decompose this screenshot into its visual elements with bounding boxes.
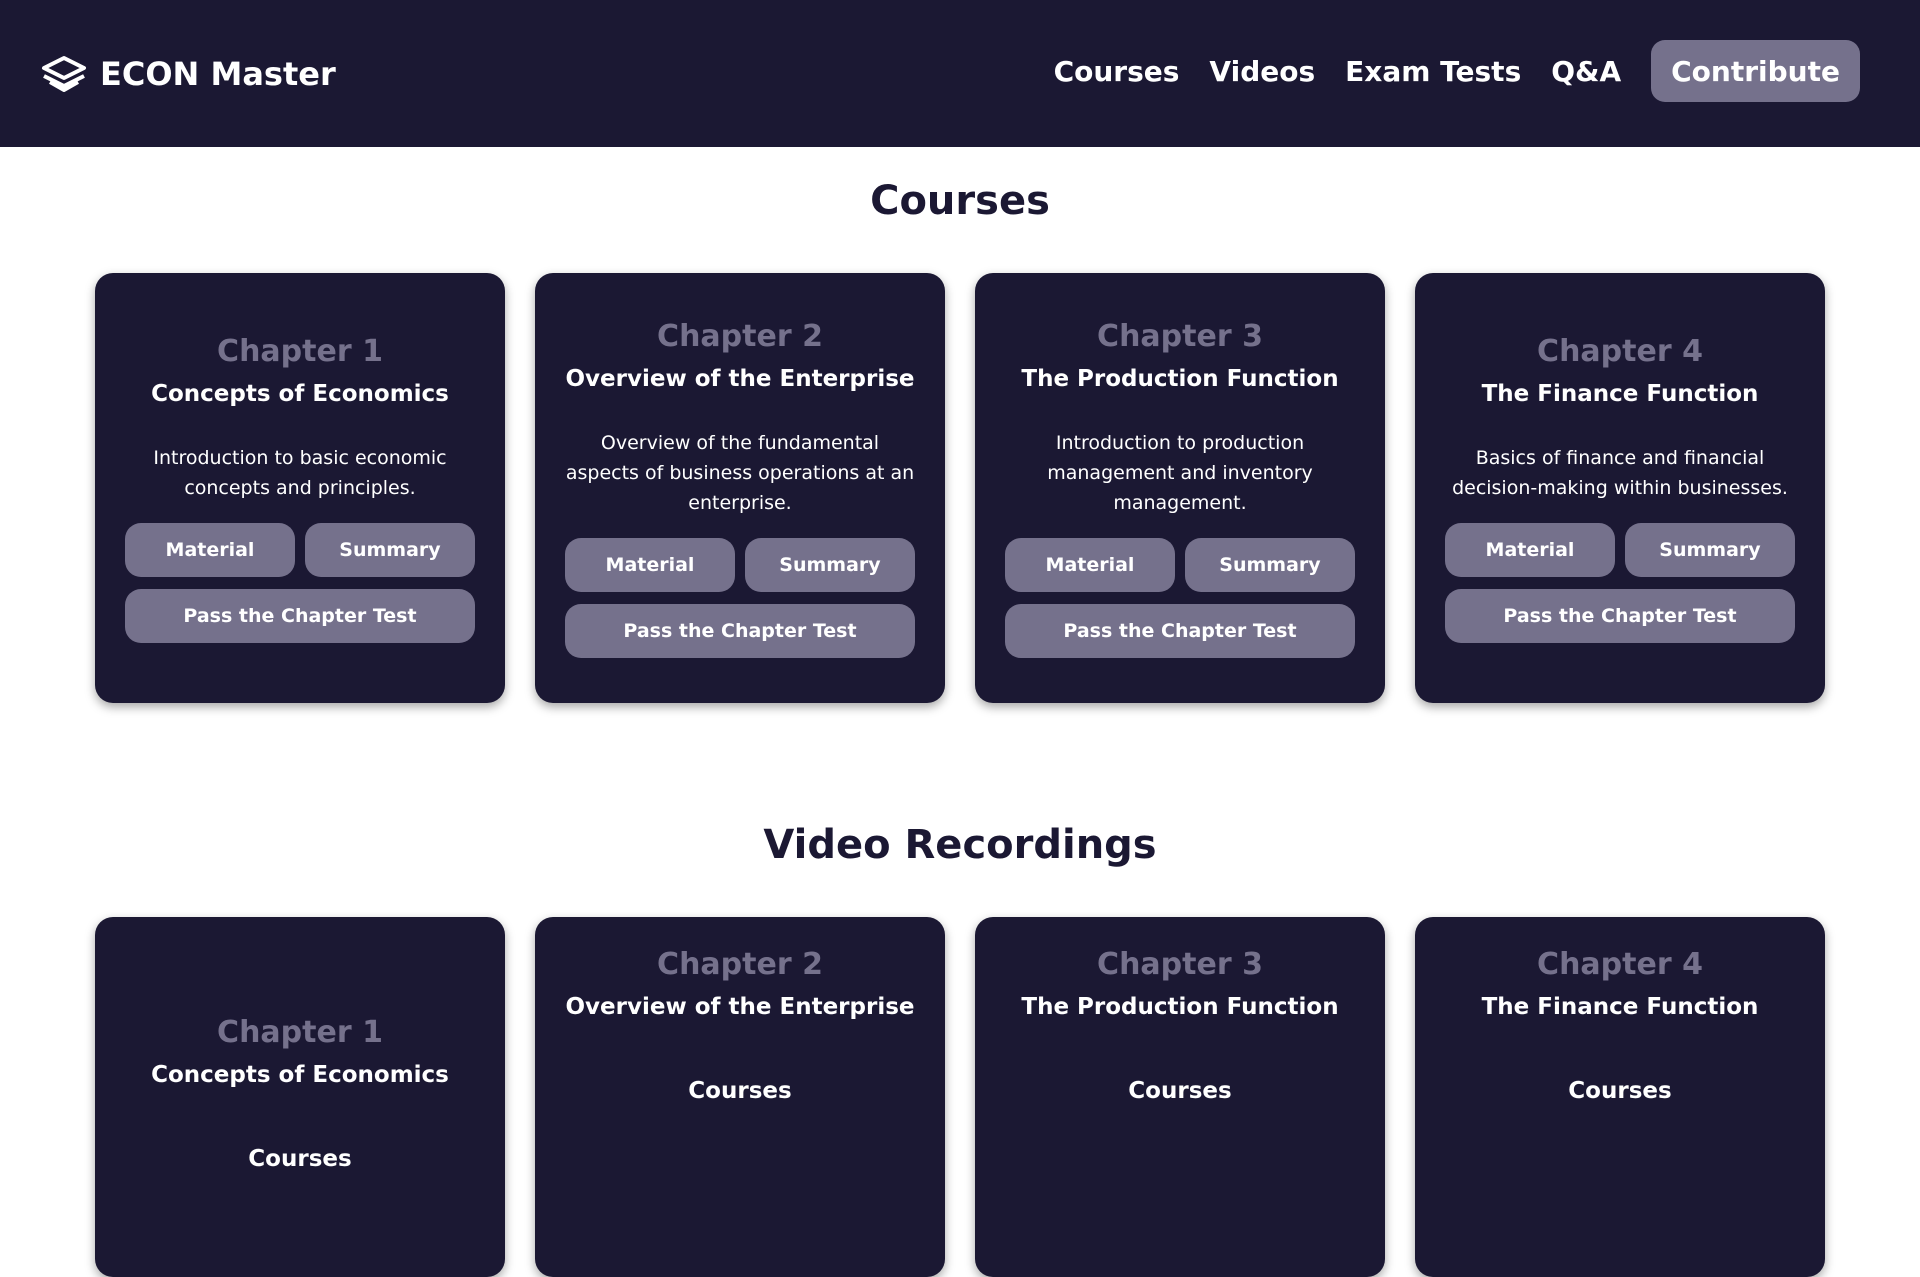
- chapter-title: Overview of the Enterprise: [565, 994, 915, 1020]
- chapter-description: Overview of the fundamental aspects of b…: [565, 431, 915, 514]
- video-card-subtitle: Courses: [1568, 1078, 1672, 1104]
- course-card: Chapter 1 Concepts of Economics Introduc…: [95, 273, 505, 703]
- top-navbar: ECON Master Courses Videos Exam Tests Q&…: [0, 0, 1920, 147]
- chapter-description: Introduction to basic economic concepts …: [153, 446, 447, 499]
- chapter-title: The Finance Function: [1481, 994, 1759, 1020]
- course-card: Chapter 2 Overview of the Enterprise Ove…: [535, 273, 945, 703]
- chapter-number: Chapter 2: [657, 318, 823, 354]
- nav-link-videos[interactable]: Videos: [1209, 55, 1315, 88]
- button-row: Material Summary: [1005, 537, 1355, 592]
- chapter-title: Concepts of Economics: [151, 1062, 449, 1088]
- video-card-subtitle: Courses: [1128, 1078, 1232, 1104]
- contribute-button[interactable]: Contribute: [1651, 40, 1860, 102]
- chapter-test-button[interactable]: Pass the Chapter Test: [565, 603, 915, 658]
- course-card: Chapter 4 The Finance Function Basics of…: [1415, 273, 1825, 703]
- nav-link-exam-tests[interactable]: Exam Tests: [1345, 55, 1521, 88]
- chapter-title: The Finance Function: [1481, 380, 1759, 407]
- chapter-number: Chapter 3: [1097, 947, 1263, 982]
- video-card-subtitle: Courses: [688, 1078, 792, 1104]
- video-card[interactable]: Chapter 4 The Finance Function Courses: [1415, 917, 1825, 1277]
- chapter-number: Chapter 1: [217, 1015, 383, 1050]
- summary-button[interactable]: Summary: [1625, 522, 1795, 577]
- course-card: Chapter 3 The Production Function Introd…: [975, 273, 1385, 703]
- summary-button[interactable]: Summary: [745, 537, 915, 592]
- chapter-description: Basics of finance and financial decision…: [1452, 446, 1788, 499]
- chapter-number: Chapter 4: [1537, 947, 1703, 982]
- button-row: Material Summary: [565, 537, 915, 592]
- nav-link-qa[interactable]: Q&A: [1551, 55, 1621, 88]
- chapter-description: Introduction to production management an…: [1047, 431, 1313, 514]
- chapter-test-button[interactable]: Pass the Chapter Test: [1005, 603, 1355, 658]
- summary-button[interactable]: Summary: [1185, 537, 1355, 592]
- videos-section-title: Video Recordings: [763, 822, 1157, 868]
- chapter-number: Chapter 1: [217, 333, 383, 369]
- video-card[interactable]: Chapter 3 The Production Function Course…: [975, 917, 1385, 1277]
- video-card-subtitle: Courses: [248, 1146, 352, 1172]
- chapter-number: Chapter 2: [657, 947, 823, 982]
- nav-link-courses[interactable]: Courses: [1054, 55, 1180, 88]
- brand-logo[interactable]: ECON Master: [40, 52, 336, 96]
- material-button[interactable]: Material: [1005, 537, 1175, 592]
- stacked-layers-icon: [40, 54, 88, 94]
- main-nav: Courses Videos Exam Tests Q&A Contribute: [1054, 40, 1860, 102]
- material-button[interactable]: Material: [565, 537, 735, 592]
- chapter-title: The Production Function: [1021, 994, 1339, 1020]
- video-card[interactable]: Chapter 2 Overview of the Enterprise Cou…: [535, 917, 945, 1277]
- chapter-number: Chapter 3: [1097, 318, 1263, 354]
- chapter-title: The Production Function: [1021, 365, 1339, 392]
- summary-button[interactable]: Summary: [305, 522, 475, 577]
- video-cards: Chapter 1 Concepts of Economics Courses …: [95, 917, 1825, 1277]
- brand-name: ECON Master: [100, 55, 336, 93]
- material-button[interactable]: Material: [1445, 522, 1615, 577]
- chapter-test-button[interactable]: Pass the Chapter Test: [125, 588, 475, 643]
- button-row: Material Summary: [125, 522, 475, 577]
- button-row: Material Summary: [1445, 522, 1795, 577]
- chapter-test-button[interactable]: Pass the Chapter Test: [1445, 588, 1795, 643]
- chapter-title: Concepts of Economics: [151, 380, 449, 407]
- material-button[interactable]: Material: [125, 522, 295, 577]
- chapter-number: Chapter 4: [1537, 333, 1703, 369]
- courses-cards: Chapter 1 Concepts of Economics Introduc…: [95, 273, 1825, 703]
- video-card[interactable]: Chapter 1 Concepts of Economics Courses: [95, 917, 505, 1277]
- courses-section-title: Courses: [870, 178, 1050, 224]
- chapter-title: Overview of the Enterprise: [565, 365, 915, 392]
